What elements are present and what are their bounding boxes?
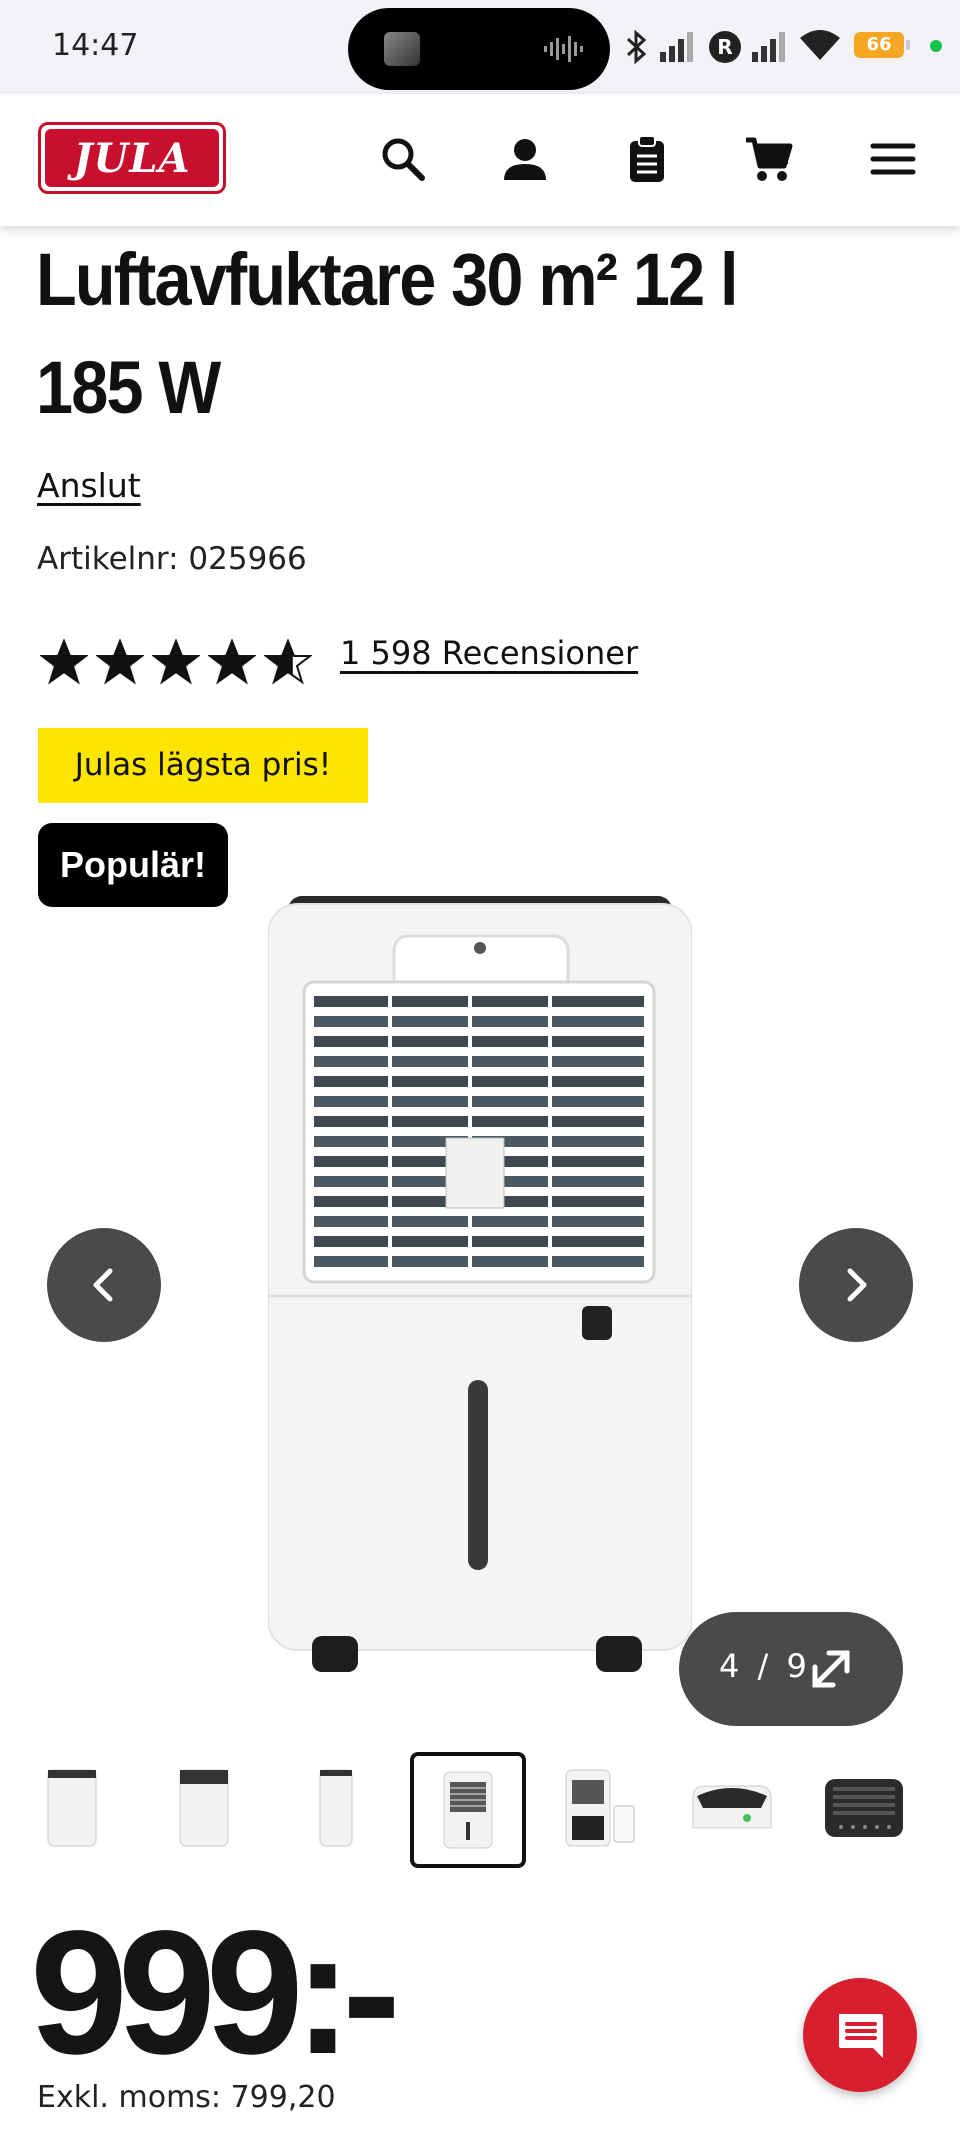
thumbnail-2[interactable] [148, 1752, 260, 1864]
popular-badge: Populär! [38, 823, 228, 907]
lowest-price-badge: Julas lägsta pris! [38, 728, 368, 803]
site-header: JULA [0, 94, 960, 226]
thumb-top-panel [692, 1785, 772, 1829]
next-image-button[interactable] [799, 1228, 913, 1342]
image-counter: 4 / 9 [719, 1647, 811, 1685]
status-icons: R 66 [620, 0, 960, 94]
thumbnail-3[interactable] [280, 1752, 392, 1864]
expand-icon [812, 1650, 850, 1688]
camera-indicator-dot [930, 40, 942, 52]
menu-icon[interactable] [868, 134, 918, 184]
r-badge-icon: R [709, 31, 741, 63]
chevron-left-icon [93, 1268, 113, 1302]
thumbnail-7[interactable] [808, 1752, 920, 1864]
thumb-control-panel [825, 1779, 903, 1837]
media-thumbnail [384, 32, 420, 66]
article-number: Artikelnr: 025966 [37, 541, 307, 577]
thumb-grille [443, 1771, 493, 1849]
signal-icon [660, 32, 693, 62]
svg-text:R: R [717, 35, 732, 59]
account-icon[interactable] [500, 134, 550, 184]
star-icon [208, 638, 256, 685]
reviews-link[interactable]: 1 598 Recensioner [340, 634, 638, 672]
article-number-value: 025966 [188, 541, 307, 577]
thumb-open-tank [565, 1769, 635, 1847]
star-icon [96, 638, 144, 685]
thumbnail-5[interactable] [544, 1752, 656, 1864]
star-icon [152, 638, 200, 685]
chat-button[interactable] [803, 1978, 917, 2092]
thumbnail-6[interactable] [676, 1752, 788, 1864]
dynamic-island [348, 8, 610, 90]
status-bar: 14:47 R 66 [0, 0, 960, 94]
product-price: 999:- [30, 1895, 401, 2091]
product-image[interactable] [268, 896, 692, 1676]
thumbnail-4[interactable] [410, 1752, 526, 1868]
jula-logo[interactable]: JULA [38, 122, 226, 194]
status-time: 14:47 [52, 28, 139, 63]
cart-icon[interactable] [744, 134, 794, 184]
thumb-side [319, 1769, 353, 1847]
wifi-icon [800, 30, 840, 60]
previous-image-button[interactable] [47, 1228, 161, 1342]
thumbnail-strip [0, 1752, 960, 1870]
battery-icon: 66 [854, 32, 910, 58]
logo-text: JULA [73, 135, 191, 182]
thumb-front [47, 1769, 97, 1847]
search-icon[interactable] [378, 134, 428, 184]
article-number-label: Artikelnr: [37, 541, 179, 577]
audio-wave-icon [544, 36, 583, 62]
clipboard-icon[interactable] [622, 134, 672, 184]
signal-icon-2 [752, 32, 785, 62]
thumb-front-dark [179, 1769, 229, 1847]
brand-link[interactable]: Anslut [37, 466, 141, 505]
star-icon [40, 638, 88, 685]
image-counter-button[interactable]: 4 / 9 [679, 1612, 903, 1726]
star-icon [264, 638, 312, 685]
chevron-right-icon [847, 1268, 867, 1302]
price-excluding-vat: Exkl. moms: 799,20 [37, 2080, 336, 2115]
product-title: Luftavfuktare 30 m² 12 l 185 W [36, 238, 739, 429]
chat-icon [839, 2014, 883, 2058]
thumbnail-1[interactable] [16, 1752, 128, 1864]
bluetooth-icon [626, 30, 647, 64]
